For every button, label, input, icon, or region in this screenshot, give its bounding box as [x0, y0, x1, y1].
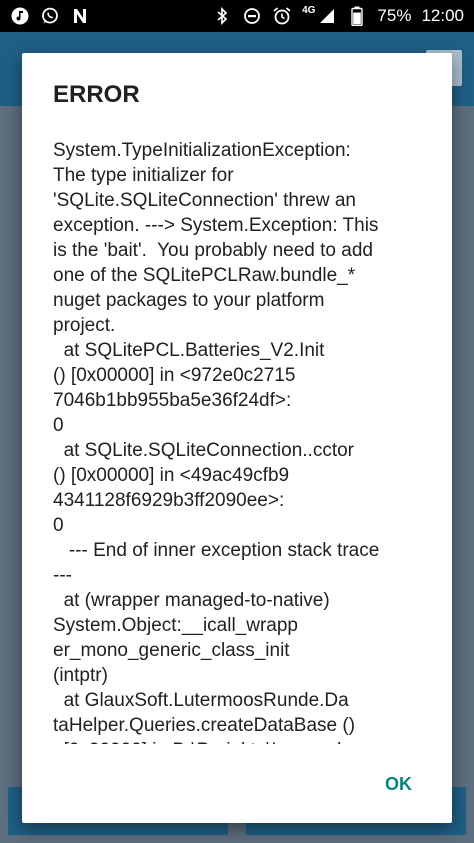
dialog-message-scroll[interactable]: System.TypeInitializationException: The …	[53, 138, 425, 744]
whatsapp-icon	[40, 6, 60, 26]
ok-button[interactable]: OK	[379, 768, 418, 801]
alarm-icon	[272, 6, 292, 26]
battery-percent: 75%	[377, 6, 412, 25]
network-type-label: 4G	[302, 4, 316, 16]
status-bar: 4G 75% 12:00	[0, 0, 474, 32]
dialog-title: ERROR	[53, 81, 140, 108]
n-app-icon	[70, 6, 90, 26]
cell-signal-icon	[317, 6, 337, 26]
error-dialog: ERROR System.TypeInitializationException…	[22, 53, 452, 823]
bluetooth-icon	[212, 6, 232, 26]
clock: 12:00	[421, 6, 464, 25]
do-not-disturb-icon	[242, 6, 262, 26]
battery-icon	[347, 6, 367, 26]
music-note-icon	[10, 6, 30, 26]
dialog-message: System.TypeInitializationException: The …	[53, 140, 384, 744]
